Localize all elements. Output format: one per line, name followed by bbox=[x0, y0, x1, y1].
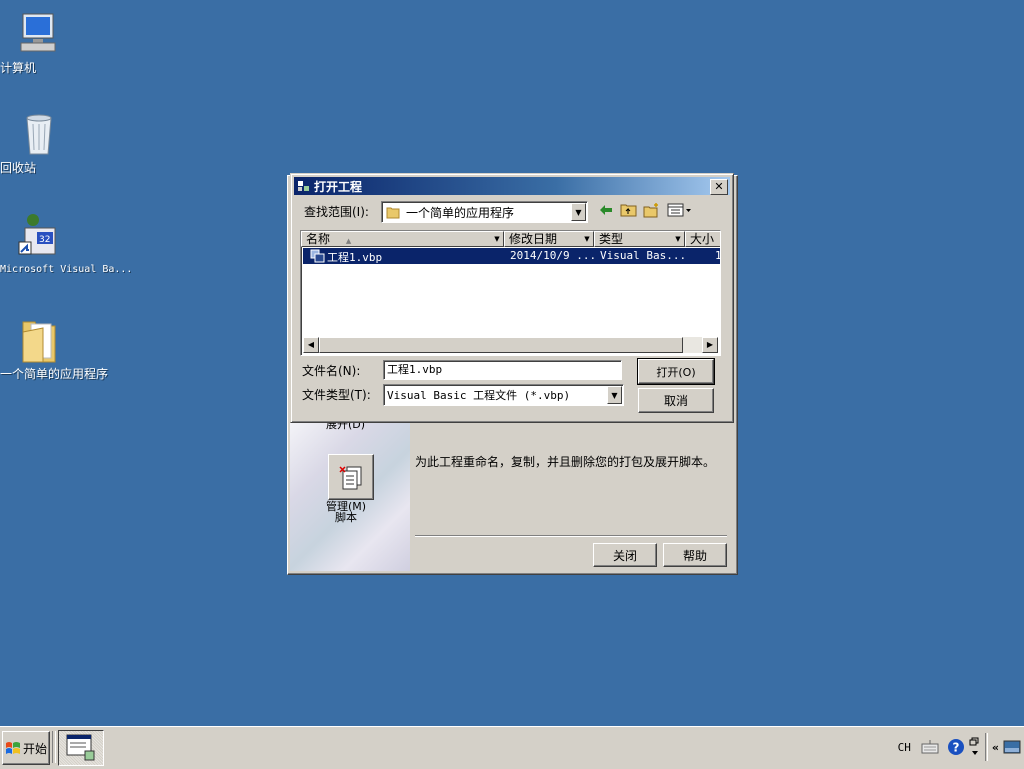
script-icon bbox=[339, 466, 362, 490]
divider bbox=[984, 733, 988, 761]
close-icon[interactable]: ✕ bbox=[710, 179, 728, 195]
desktop-icon-recycle-bin[interactable]: 回收站 bbox=[0, 110, 78, 174]
chevron-down-icon: ▼ bbox=[584, 235, 590, 243]
look-in-value: 一个简单的应用程序 bbox=[406, 205, 515, 220]
visual-basic-icon: 32 bbox=[15, 212, 63, 260]
sort-asc-icon: ▲ bbox=[345, 237, 352, 245]
help-button[interactable]: 帮助 bbox=[663, 543, 727, 567]
column-size[interactable]: 大小 bbox=[685, 231, 720, 247]
desktop-icon-visual-basic[interactable]: 32 Microsoft Visual Ba... bbox=[0, 212, 132, 275]
view-menu-icon[interactable] bbox=[667, 202, 693, 218]
manage-scripts-label: 管理(M) 脚本 bbox=[326, 500, 367, 524]
desktop-icon-folder[interactable]: 一个简单的应用程序 bbox=[0, 316, 108, 380]
divider bbox=[415, 535, 727, 537]
manage-description: 为此工程重命名，复制，并且删除您的打包及展开脚本。 bbox=[415, 455, 716, 469]
folder-icon bbox=[386, 207, 400, 219]
scroll-left-icon[interactable]: ◀ bbox=[303, 337, 319, 353]
chevron-down-icon[interactable]: ▼ bbox=[607, 386, 622, 404]
folder-icon bbox=[15, 316, 63, 364]
computer-icon bbox=[15, 10, 63, 58]
title-bar[interactable]: 打开工程 ✕ bbox=[294, 177, 730, 195]
filetype-label: 文件类型(T): bbox=[302, 388, 371, 402]
filetype-combo[interactable]: Visual Basic 工程文件 (*.vbp) ▼ bbox=[383, 384, 624, 406]
scroll-thumb[interactable] bbox=[319, 337, 683, 353]
chevron-up-icon[interactable]: « bbox=[992, 741, 999, 754]
cancel-button[interactable]: 取消 bbox=[638, 388, 714, 413]
close-button[interactable]: 关闭 bbox=[593, 543, 657, 567]
ime-indicator[interactable]: CH bbox=[898, 741, 911, 754]
new-folder-icon[interactable] bbox=[643, 202, 661, 218]
file-size-cell: 1 bbox=[715, 249, 721, 262]
svg-text:?: ? bbox=[952, 741, 959, 755]
keyboard-icon[interactable] bbox=[921, 739, 939, 755]
recycle-bin-icon bbox=[15, 110, 63, 158]
windows-logo-icon bbox=[5, 742, 20, 754]
open-button[interactable]: 打开(O) bbox=[638, 359, 714, 384]
help-icon[interactable]: ? bbox=[947, 738, 965, 756]
chevron-down-icon: ▼ bbox=[675, 235, 681, 243]
manage-scripts-button[interactable] bbox=[328, 454, 374, 500]
app-icon bbox=[298, 181, 309, 191]
look-in-label: 查找范围(I): bbox=[304, 205, 369, 219]
horizontal-scrollbar[interactable]: ◀ ▶ bbox=[303, 337, 718, 353]
column-type[interactable]: 类型 ▼ bbox=[594, 231, 685, 247]
restore-icon[interactable] bbox=[969, 736, 981, 758]
column-name[interactable]: 名称 ▲ ▼ bbox=[301, 231, 504, 247]
vb-project-icon bbox=[310, 249, 325, 263]
window-app-icon bbox=[66, 734, 95, 761]
look-in-combo[interactable]: 一个简单的应用程序 ▼ bbox=[381, 201, 588, 223]
file-name-cell: 工程1.vbp bbox=[327, 251, 383, 264]
system-tray: CH ? « bbox=[898, 730, 1024, 764]
up-folder-icon[interactable] bbox=[620, 202, 638, 218]
svg-text:32: 32 bbox=[39, 235, 50, 245]
divider bbox=[52, 731, 56, 763]
filename-input[interactable]: 工程1.vbp bbox=[383, 360, 622, 380]
scroll-right-icon[interactable]: ▶ bbox=[702, 337, 718, 353]
start-label: 开始 bbox=[22, 741, 47, 756]
show-desktop-icon[interactable] bbox=[1003, 739, 1021, 755]
file-type-cell: Visual Bas... bbox=[600, 249, 687, 262]
taskbar: 开始 CH ? « bbox=[0, 726, 1024, 769]
back-icon[interactable] bbox=[598, 202, 614, 218]
chevron-down-icon: ▼ bbox=[494, 235, 500, 243]
taskbar-window-button[interactable] bbox=[58, 730, 104, 766]
chevron-down-icon[interactable]: ▼ bbox=[571, 203, 586, 221]
column-date[interactable]: 修改日期 ▼ bbox=[504, 231, 594, 247]
file-list[interactable]: 名称 ▲ ▼ 修改日期 ▼ 类型 ▼ 大小 工程1.vbp 2014/10/9 … bbox=[300, 230, 721, 356]
desktop-icon-computer[interactable]: 计算机 bbox=[0, 10, 78, 74]
file-date-cell: 2014/10/9 ... bbox=[510, 249, 597, 262]
start-button[interactable]: 开始 bbox=[2, 731, 50, 765]
filename-label: 文件名(N): bbox=[302, 364, 361, 378]
filetype-value: Visual Basic 工程文件 (*.vbp) bbox=[387, 389, 571, 402]
dialog-title: 打开工程 bbox=[314, 179, 363, 194]
table-row[interactable]: 工程1.vbp 2014/10/9 ... Visual Bas... 1 bbox=[303, 248, 720, 264]
